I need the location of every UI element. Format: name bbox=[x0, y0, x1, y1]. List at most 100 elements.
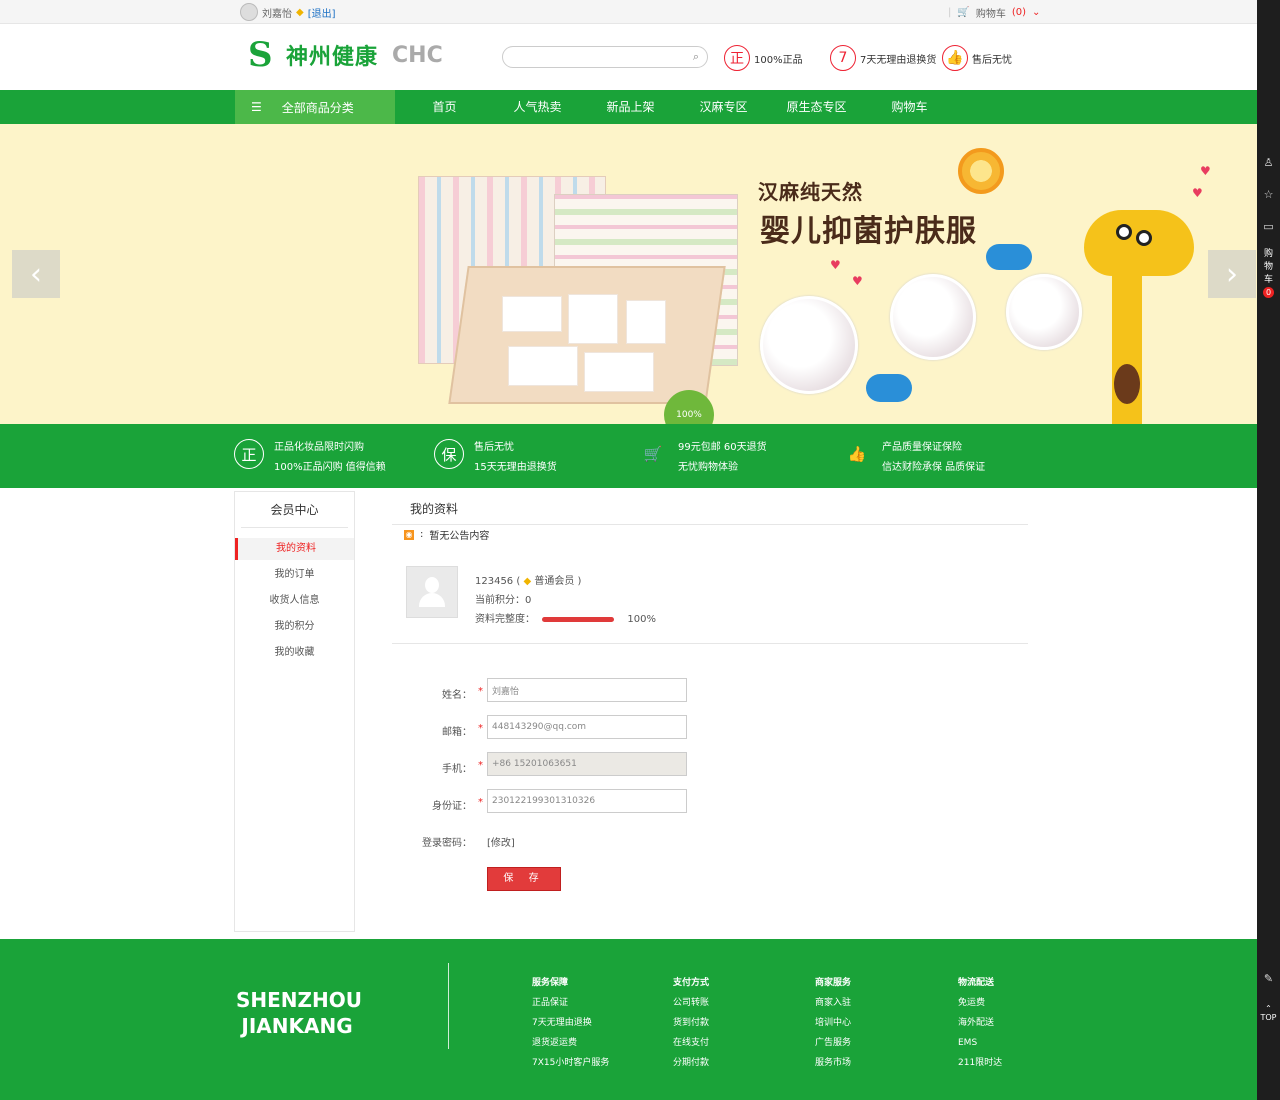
wallet-icon[interactable]: ▭ bbox=[1257, 220, 1280, 233]
points-value: 0 bbox=[525, 595, 532, 606]
required-mark: * bbox=[478, 797, 483, 808]
completeness-bar bbox=[542, 616, 615, 622]
all-categories-button[interactable]: ☰ 全部商品分类 bbox=[235, 90, 395, 124]
shield-icon: 保 bbox=[434, 439, 464, 469]
footer-link[interactable]: 广告服务 bbox=[815, 1033, 851, 1053]
user-silhouette-icon bbox=[419, 577, 445, 607]
service-title: 正品化妆品限时闪购 bbox=[274, 442, 364, 453]
sidebar-item-profile[interactable]: 我的资料 bbox=[235, 538, 354, 560]
logout-link[interactable]: [退出] bbox=[308, 5, 336, 20]
nav-popular[interactable]: 人气热卖 bbox=[491, 90, 584, 124]
avatar[interactable] bbox=[406, 566, 458, 618]
footer-link[interactable]: 在线支付 bbox=[673, 1033, 709, 1053]
footer-link[interactable]: 商家入驻 bbox=[815, 993, 851, 1013]
toolbar-cart-char: 购 bbox=[1263, 249, 1273, 259]
required-mark: * bbox=[478, 760, 483, 771]
footer-link[interactable]: 海外配送 bbox=[958, 1013, 1002, 1033]
footer-link[interactable]: 7天无理由退换 bbox=[532, 1013, 609, 1033]
cart-link[interactable]: 购物车 bbox=[976, 5, 1006, 20]
sidebar-item-favorites[interactable]: 我的收藏 bbox=[235, 642, 354, 664]
footer-link[interactable]: 211限时达 bbox=[958, 1053, 1002, 1073]
email-field[interactable] bbox=[487, 715, 687, 739]
paren-close: ) bbox=[577, 576, 582, 587]
logo-abbr: CHC bbox=[392, 42, 443, 68]
toolbar-cart-char: 物 bbox=[1263, 262, 1273, 272]
footer-link[interactable]: 分期付款 bbox=[673, 1053, 709, 1073]
nav-organic[interactable]: 原生态专区 bbox=[770, 90, 863, 124]
user-id: 123456 bbox=[475, 576, 514, 587]
sidebar-item-addresses[interactable]: 收货人信息 bbox=[235, 590, 354, 612]
banner-title: 汉麻纯天然 bbox=[758, 180, 863, 204]
notice-separator: : bbox=[420, 529, 424, 540]
footer-link[interactable]: 服务市场 bbox=[815, 1053, 851, 1073]
search-input[interactable] bbox=[513, 47, 693, 67]
toolbar-cart[interactable]: 购物车 0 bbox=[1257, 248, 1280, 300]
footer-brand: SHENZHOU JIANKANG bbox=[236, 987, 362, 1039]
top-label: TOP bbox=[1260, 1013, 1277, 1022]
required-mark: * bbox=[478, 686, 483, 697]
profile-content: 我的资料 ◉ : 暂无公告内容 123456 ( ◆ 普通会员 ) 当前积分：0… bbox=[392, 491, 1028, 898]
footer-link[interactable]: 公司转账 bbox=[673, 993, 709, 1013]
service-bar: 正 正品化妆品限时闪购 100%正品闪购 值得信赖 保 售后无忧 15天无理由退… bbox=[0, 424, 1257, 488]
footer-link[interactable]: 7X15小时客户服务 bbox=[532, 1053, 609, 1073]
change-password-link[interactable]: [修改] bbox=[487, 834, 515, 849]
page-title: 我的资料 bbox=[392, 491, 1028, 525]
all-categories-label: 全部商品分类 bbox=[281, 100, 354, 115]
sidebar-item-points[interactable]: 我的积分 bbox=[235, 616, 354, 638]
nav-cart[interactable]: 购物车 bbox=[863, 90, 956, 124]
banner-next-arrow-icon[interactable]: › bbox=[1208, 250, 1256, 298]
heart-icon: ♥ bbox=[1192, 186, 1203, 200]
save-button[interactable]: 保 存 bbox=[487, 867, 561, 891]
footer-link[interactable]: 培训中心 bbox=[815, 1013, 851, 1033]
footer-link[interactable]: 免运费 bbox=[958, 993, 1002, 1013]
nav-home[interactable]: 首页 bbox=[398, 90, 491, 124]
search-box: ⌕ bbox=[502, 46, 708, 68]
product-thumb bbox=[890, 274, 976, 360]
id-card-field[interactable] bbox=[487, 789, 687, 813]
menu-icon: ☰ bbox=[251, 100, 262, 114]
toolbar-cart-label: 购物车 bbox=[1257, 248, 1280, 287]
footer-col-service: 服务保障 正品保证 7天无理由退换 退货返运费 7X15小时客户服务 bbox=[532, 973, 609, 1073]
logo[interactable]: S 神州健康 CHC bbox=[248, 38, 443, 72]
footer-link[interactable]: 退货返运费 bbox=[532, 1033, 609, 1053]
banner-prev-arrow-icon[interactable]: ‹ bbox=[12, 250, 60, 298]
footer-col-title: 商家服务 bbox=[815, 978, 852, 988]
footer-link[interactable]: 货到付款 bbox=[673, 1013, 709, 1033]
name-field[interactable] bbox=[487, 678, 687, 702]
sidebar-item-orders[interactable]: 我的订单 bbox=[235, 564, 354, 586]
footer-divider bbox=[448, 963, 449, 1049]
user-icon[interactable]: ♙ bbox=[1257, 156, 1280, 169]
member-level: 普通会员 bbox=[534, 576, 575, 587]
back-to-top-button[interactable]: ⌃ TOP bbox=[1257, 1004, 1280, 1022]
heart-icon: ♥ bbox=[1200, 164, 1211, 178]
product-thumb bbox=[1006, 274, 1082, 350]
toolbar-cart-count: 0 bbox=[1263, 287, 1274, 298]
rss-icon: ◉ bbox=[404, 529, 414, 540]
footer-link[interactable]: 正品保证 bbox=[532, 993, 609, 1013]
chevron-down-icon[interactable]: ⌄ bbox=[1032, 7, 1040, 18]
feedback-icon[interactable]: ✎ bbox=[1257, 972, 1280, 985]
nav-new[interactable]: 新品上架 bbox=[584, 90, 677, 124]
banner[interactable]: ‹ 100% 汉麻纯天然 婴儿抑菌护肤服 ♥ ♥ ♥ ♥ › bbox=[0, 124, 1257, 424]
banner-subtitle: 婴儿抑菌护肤服 bbox=[760, 214, 977, 249]
footer-col-title: 支付方式 bbox=[673, 978, 710, 988]
promise-aftersale: 👍 售后无忧 bbox=[942, 45, 1012, 71]
footer-col-title: 物流配送 bbox=[958, 978, 995, 988]
footer-link[interactable]: EMS bbox=[958, 1033, 1002, 1053]
promise-authentic: 正 100%正品 bbox=[724, 45, 803, 71]
footer: SHENZHOU JIANKANG 服务保障 正品保证 7天无理由退换 退货返运… bbox=[0, 939, 1257, 1100]
sun-icon bbox=[958, 148, 1004, 194]
brand-line-2: JIANKANG bbox=[241, 1014, 353, 1038]
profile-form: 姓名： * 邮箱： * 手机： * 身份证： * 登录密码： [修改] 保 存 bbox=[392, 676, 1028, 898]
email-label: 邮箱： bbox=[442, 727, 472, 738]
search-icon[interactable]: ⌕ bbox=[693, 50, 699, 64]
cart-icon[interactable]: 🛒 bbox=[957, 7, 969, 18]
heart-icon: ♥ bbox=[830, 258, 841, 272]
product-box-image: 100% bbox=[418, 176, 738, 424]
completeness-label: 资料完整度： bbox=[475, 614, 535, 625]
nav-hemp[interactable]: 汉麻专区 bbox=[677, 90, 770, 124]
star-icon[interactable]: ☆ bbox=[1257, 188, 1280, 201]
thumbs-up-icon: 👍 bbox=[847, 445, 867, 463]
top-bar: 刘嘉怡 ◆ [退出] | 🛒 购物车 (0) ⌄ bbox=[0, 0, 1257, 24]
username[interactable]: 刘嘉怡 bbox=[262, 5, 292, 20]
